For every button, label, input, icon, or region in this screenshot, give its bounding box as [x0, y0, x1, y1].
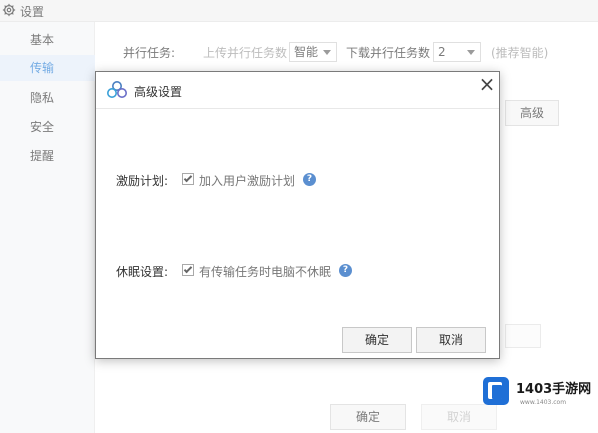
close-icon[interactable]: ×: [476, 74, 498, 96]
dialog-ok-button[interactable]: 确定: [342, 327, 412, 353]
watermark-url: www.1403.com: [520, 399, 567, 406]
checkmark-icon: [183, 264, 193, 274]
cloud-logo-icon: [107, 81, 127, 98]
incentive-plan-checkbox[interactable]: [182, 173, 194, 185]
help-icon[interactable]: ?: [339, 264, 352, 277]
dialog-title: 高级设置: [134, 85, 183, 99]
watermark: 1403手游网 www.1403.com: [480, 372, 598, 412]
sleep-setting-checkbox[interactable]: [182, 264, 194, 276]
advanced-settings-dialog: 高级设置 × 激励计划: 加入用户激励计划 ? 休眠设置: 有传输任务时电脑不休…: [95, 71, 500, 359]
incentive-plan-text: 加入用户激励计划: [199, 174, 296, 188]
watermark-logo-icon: [483, 377, 509, 405]
incentive-plan-label: 激励计划:: [116, 174, 169, 188]
dialog-divider: [96, 108, 499, 109]
sleep-setting-text: 有传输任务时电脑不休眠: [199, 265, 332, 279]
checkmark-icon: [183, 173, 193, 183]
sleep-setting-label: 休眠设置:: [116, 265, 169, 279]
dialog-header: 高级设置 ×: [96, 72, 499, 108]
dialog-cancel-button[interactable]: 取消: [416, 327, 486, 353]
help-icon[interactable]: ?: [303, 173, 316, 186]
watermark-name: 1403手游网: [516, 382, 592, 397]
